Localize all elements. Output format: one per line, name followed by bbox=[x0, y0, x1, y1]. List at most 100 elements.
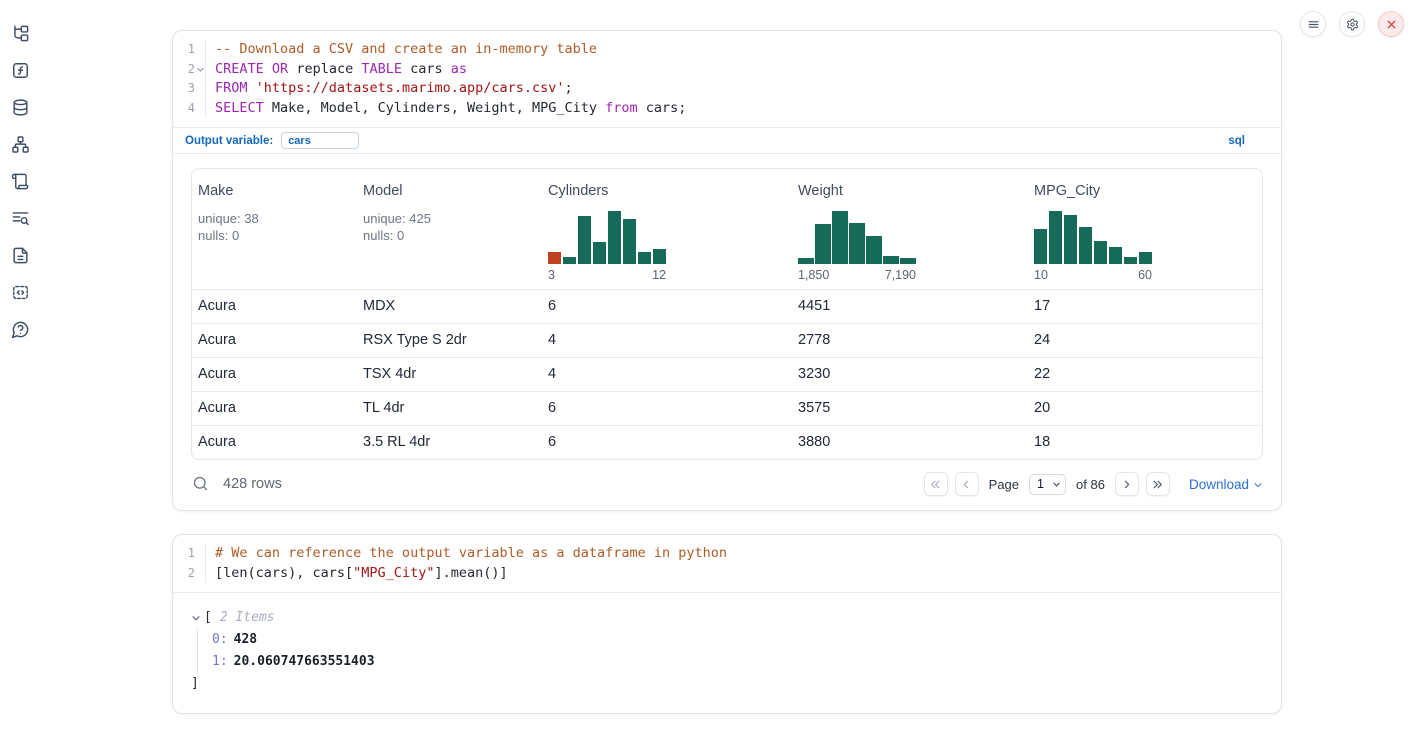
sidebar-item-dependency-graph[interactable] bbox=[11, 134, 31, 154]
histogram-bar[interactable] bbox=[1139, 252, 1152, 264]
download-button[interactable]: Download bbox=[1189, 477, 1263, 492]
next-page-button[interactable] bbox=[1115, 472, 1139, 496]
table-cell: 3880 bbox=[792, 426, 1028, 459]
table-cell: 17 bbox=[1028, 290, 1262, 323]
sidebar-item-scroll[interactable] bbox=[11, 171, 31, 191]
histogram-bar[interactable] bbox=[866, 236, 882, 264]
code-line: 1-- Download a CSV and create an in-memo… bbox=[173, 40, 1281, 60]
table-cell: Acura bbox=[192, 426, 357, 459]
code-text: CREATE OR replace TABLE cars as bbox=[206, 60, 467, 80]
fold-toggle-icon[interactable] bbox=[196, 65, 205, 74]
close-button[interactable] bbox=[1378, 11, 1404, 37]
search-icon[interactable] bbox=[191, 475, 209, 493]
table-cell: TL 4dr bbox=[357, 392, 542, 425]
page-select[interactable]: 1 bbox=[1029, 474, 1066, 495]
tree-collapse-icon[interactable] bbox=[191, 613, 201, 623]
help-icon bbox=[11, 320, 30, 339]
table-output: Makeunique: 38nulls: 0Modelunique: 425nu… bbox=[173, 154, 1281, 460]
output-variable-input[interactable] bbox=[281, 132, 359, 149]
scroll-icon bbox=[11, 172, 30, 191]
sidebar-item-function[interactable] bbox=[11, 60, 31, 80]
table-cell: Acura bbox=[192, 290, 357, 323]
tree-open-bracket: [ bbox=[204, 607, 212, 629]
table-cell: 18 bbox=[1028, 426, 1262, 459]
table-cell: 20 bbox=[1028, 392, 1262, 425]
code-line: 1# We can reference the output variable … bbox=[173, 544, 1281, 564]
column-unique-stat: unique: 425 bbox=[363, 211, 532, 228]
histogram-bar[interactable] bbox=[1094, 241, 1107, 264]
column-header-cylinders: Cylinders312 bbox=[542, 169, 792, 289]
chevrons-right-icon bbox=[1151, 478, 1164, 491]
histogram-bar[interactable] bbox=[548, 252, 561, 264]
sidebar-item-file-tree[interactable] bbox=[11, 23, 31, 43]
column-header-weight: Weight1,8507,190 bbox=[792, 169, 1028, 289]
histogram-bar[interactable] bbox=[1079, 227, 1092, 264]
column-header-mpg_city: MPG_City 1060 bbox=[1028, 169, 1262, 289]
histogram-bar[interactable] bbox=[623, 219, 636, 264]
last-page-button[interactable] bbox=[1146, 472, 1170, 496]
row-count: 428 rows bbox=[223, 476, 282, 492]
tree-items-count: 2 Items bbox=[220, 607, 275, 629]
column-title: Model bbox=[363, 183, 532, 199]
histogram-axis: 312 bbox=[548, 268, 666, 282]
table-cell: 3.5 RL 4dr bbox=[357, 426, 542, 459]
sidebar-item-database[interactable] bbox=[11, 97, 31, 117]
python-code-editor[interactable]: 1# We can reference the output variable … bbox=[173, 535, 1281, 592]
column-title: MPG_City bbox=[1034, 183, 1252, 199]
histogram-bar[interactable] bbox=[638, 252, 651, 264]
table-cell: Acura bbox=[192, 324, 357, 357]
tree-entry-value: 20.060747663551403 bbox=[234, 654, 375, 669]
histogram-bar[interactable] bbox=[578, 216, 591, 264]
histogram-bar[interactable] bbox=[608, 211, 621, 264]
histogram-bar[interactable] bbox=[815, 224, 831, 264]
language-badge: sql bbox=[1228, 135, 1245, 147]
histogram-bar[interactable] bbox=[883, 256, 899, 264]
chevrons-left-icon bbox=[929, 478, 942, 491]
data-table: Makeunique: 38nulls: 0Modelunique: 425nu… bbox=[191, 168, 1263, 460]
tree-entry-key: 1: bbox=[212, 654, 228, 669]
histogram-bar[interactable] bbox=[1034, 229, 1047, 264]
histogram-bar[interactable] bbox=[1124, 257, 1137, 264]
histogram-bar[interactable] bbox=[563, 257, 576, 264]
menu-icon bbox=[1307, 18, 1320, 31]
dependency-graph-icon bbox=[11, 135, 30, 154]
sidebar-item-help[interactable] bbox=[11, 319, 31, 339]
histogram[interactable] bbox=[548, 211, 666, 264]
pagination: Page 1 of 86 Download bbox=[924, 472, 1263, 496]
settings-button[interactable] bbox=[1339, 11, 1365, 37]
code-text: FROM 'https://datasets.marimo.app/cars.c… bbox=[206, 79, 573, 99]
column-title: Weight bbox=[798, 183, 1018, 199]
histogram-bar[interactable] bbox=[849, 223, 865, 264]
table-row: AcuraRSX Type S 2dr4277824 bbox=[192, 323, 1262, 357]
tree-entry: 1: 20.060747663551403 bbox=[212, 651, 1263, 673]
close-icon bbox=[1385, 18, 1398, 31]
prev-page-button[interactable] bbox=[955, 472, 979, 496]
axis-max-label: 12 bbox=[652, 268, 666, 282]
line-number: 1 bbox=[173, 40, 206, 60]
table-cell: Acura bbox=[192, 392, 357, 425]
histogram-bar[interactable] bbox=[653, 249, 666, 264]
menu-button[interactable] bbox=[1300, 11, 1326, 37]
line-number: 2 bbox=[173, 60, 206, 80]
page-total-label: of 86 bbox=[1076, 477, 1105, 492]
axis-max-label: 7,190 bbox=[885, 268, 916, 282]
histogram[interactable] bbox=[1034, 211, 1152, 264]
histogram-bar[interactable] bbox=[593, 242, 606, 264]
first-page-button[interactable] bbox=[924, 472, 948, 496]
download-label: Download bbox=[1189, 477, 1249, 492]
notebook-content: 1-- Download a CSV and create an in-memo… bbox=[172, 30, 1282, 714]
histogram-bar[interactable] bbox=[798, 258, 814, 264]
histogram-bar[interactable] bbox=[1064, 215, 1077, 264]
histogram-bar[interactable] bbox=[1109, 247, 1122, 264]
histogram-bar[interactable] bbox=[900, 258, 916, 264]
histogram[interactable] bbox=[798, 211, 916, 264]
histogram-bar[interactable] bbox=[1049, 211, 1062, 264]
column-header-model: Modelunique: 425nulls: 0 bbox=[357, 169, 542, 289]
sql-code-editor[interactable]: 1-- Download a CSV and create an in-memo… bbox=[173, 31, 1281, 127]
sidebar-item-documentation[interactable] bbox=[11, 245, 31, 265]
sidebar-item-logs-search[interactable] bbox=[11, 208, 31, 228]
histogram-axis: 1060 bbox=[1034, 268, 1152, 282]
sidebar-item-snippets[interactable] bbox=[11, 282, 31, 302]
axis-max-label: 60 bbox=[1138, 268, 1152, 282]
histogram-bar[interactable] bbox=[832, 211, 848, 264]
